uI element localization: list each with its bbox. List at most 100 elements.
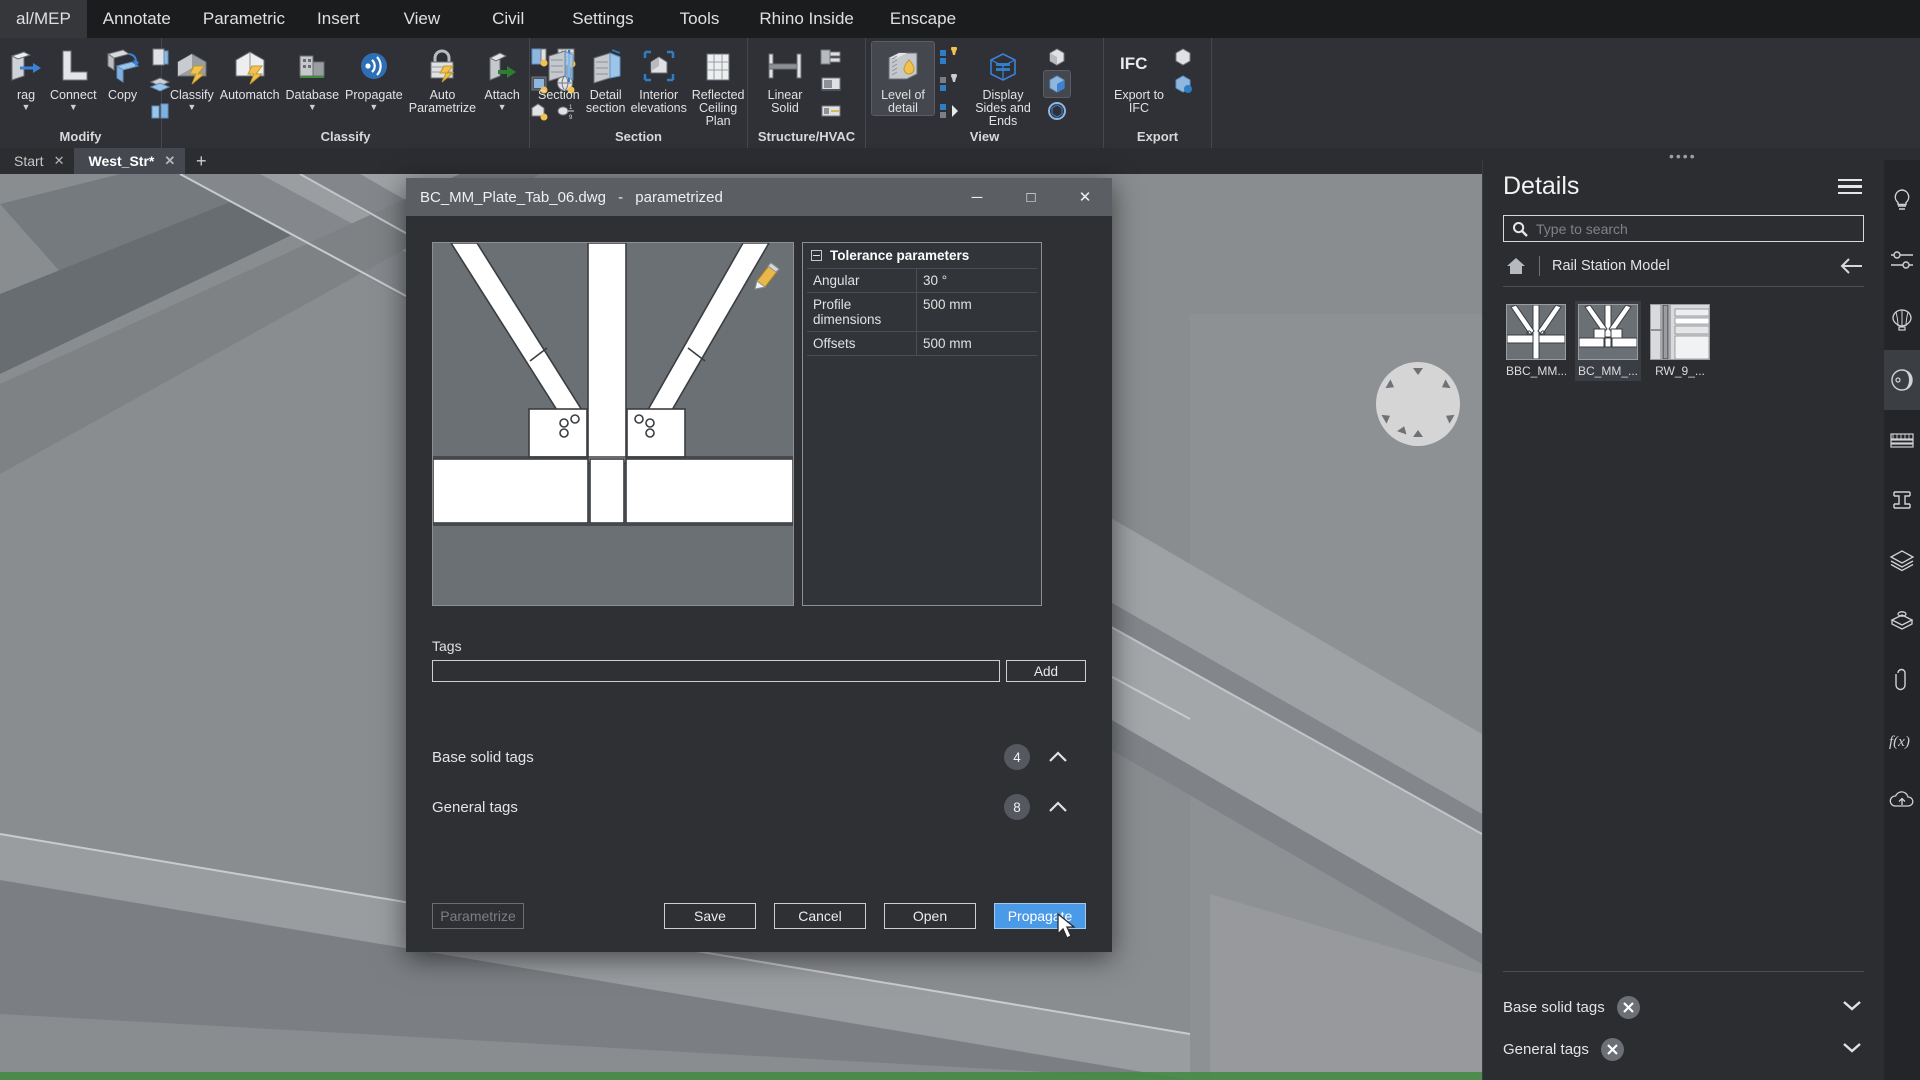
ribbon-button-database[interactable]: Database ▼: [284, 42, 342, 112]
ribbon-button-propagate[interactable]: Propagate ▼: [343, 42, 405, 112]
list-item[interactable]: RW_9_...: [1647, 301, 1713, 381]
chevron-up-icon[interactable]: [1030, 750, 1086, 764]
parameter-value[interactable]: 500 mm: [917, 332, 1037, 355]
lod-mid-icon[interactable]: [936, 71, 962, 97]
ribbon-group-title-view: View: [866, 128, 1103, 148]
chevron-down-icon[interactable]: ▼: [69, 103, 78, 112]
ribbon-button-classify[interactable]: Classify ▼: [168, 42, 216, 112]
open-button[interactable]: Open: [884, 903, 976, 929]
ribbon-button-drag[interactable]: rag ▼: [6, 42, 46, 112]
function-icon[interactable]: f(x): [1884, 710, 1920, 770]
table-row[interactable]: Angular 30 °: [807, 268, 1037, 292]
ribbon-button-level-of-detail[interactable]: Level of detail: [872, 42, 934, 115]
cloud-upload-icon[interactable]: [1884, 770, 1920, 830]
chevron-down-icon[interactable]: ▼: [308, 103, 317, 112]
sliders-icon[interactable]: [1884, 230, 1920, 290]
ribbon-button-reflected-ceiling-plan[interactable]: Reflected Ceiling Plan: [690, 42, 747, 128]
layers-strip-icon[interactable]: [1884, 410, 1920, 470]
cube-blue-icon[interactable]: [1044, 71, 1070, 97]
dialog-title-bar[interactable]: BC_MM_Plate_Tab_06.dwg - parametrized ─ …: [406, 178, 1112, 216]
list-item[interactable]: BBC_MM...: [1503, 301, 1569, 381]
menu-item-insert[interactable]: Insert: [301, 0, 376, 38]
status-badge: 4: [1004, 744, 1030, 770]
ribbon-button-interior-elevations[interactable]: Interior elevations: [630, 42, 688, 115]
add-tag-button[interactable]: Add: [1006, 660, 1086, 682]
breadcrumb-path[interactable]: Rail Station Model: [1552, 258, 1838, 274]
menu-item-mep[interactable]: al/MEP: [0, 0, 87, 38]
layers-stack-icon[interactable]: [1884, 530, 1920, 590]
parameters-group-header[interactable]: Tolerance parameters: [803, 243, 1041, 268]
tags-input[interactable]: [432, 660, 1000, 682]
menu-item-settings[interactable]: Settings: [548, 0, 657, 38]
balloon-icon[interactable]: [1884, 290, 1920, 350]
chevron-down-icon[interactable]: [1840, 998, 1864, 1017]
home-icon[interactable]: [1505, 256, 1527, 276]
search-input[interactable]: Type to search: [1536, 221, 1628, 237]
menu-item-annotate[interactable]: Annotate: [87, 0, 187, 38]
ifc-small-icon[interactable]: [1170, 44, 1196, 70]
paperclip-icon[interactable]: [1884, 650, 1920, 710]
ribbon-button-section[interactable]: Section: [536, 42, 582, 102]
parameter-value[interactable]: 30 °: [917, 269, 1037, 292]
chevron-down-icon[interactable]: ▼: [22, 103, 31, 112]
ribbon-button-connect[interactable]: Connect ▼: [48, 42, 99, 112]
block-icon[interactable]: [1884, 590, 1920, 650]
close-circle-icon[interactable]: [1617, 996, 1640, 1019]
menu-item-rhino-inside[interactable]: Rhino Inside: [741, 0, 872, 38]
edit-pencil-icon[interactable]: [751, 261, 781, 296]
menu-item-view[interactable]: View: [376, 0, 469, 38]
maximize-icon[interactable]: □: [1004, 178, 1058, 216]
document-tab-start[interactable]: Start ✕: [0, 148, 74, 174]
lod-high-icon[interactable]: [936, 44, 962, 70]
moon-phase-icon[interactable]: [1884, 350, 1920, 410]
ribbon-button-linear-solid[interactable]: Linear Solid: [754, 42, 816, 115]
ribbon-button-auto-parametrize[interactable]: Auto Parametrize: [407, 42, 478, 115]
ribbon-button-copy[interactable]: Copy: [101, 42, 145, 102]
parameter-value[interactable]: 500 mm: [917, 293, 1037, 331]
chevron-down-icon[interactable]: [1840, 1040, 1864, 1059]
i-beam-icon[interactable]: [1884, 470, 1920, 530]
parametrize-button[interactable]: Parametrize: [432, 903, 524, 929]
close-circle-icon[interactable]: [1601, 1038, 1624, 1061]
table-row[interactable]: Profile dimensions 500 mm: [807, 292, 1037, 331]
ribbon-button-display-sides-and-ends[interactable]: Display Sides and Ends: [964, 42, 1042, 128]
menu-item-parametric[interactable]: Parametric: [187, 0, 301, 38]
ribbon-button-attach[interactable]: Attach ▼: [480, 42, 524, 112]
ribbon-button-export-to-ifc[interactable]: IFC Export to IFC: [1110, 42, 1168, 115]
list-item[interactable]: BC_MM_...: [1575, 301, 1641, 381]
chevron-up-icon[interactable]: [1030, 800, 1086, 814]
cancel-button[interactable]: Cancel: [774, 903, 866, 929]
menu-item-civil[interactable]: Civil: [468, 0, 548, 38]
lightbulb-icon[interactable]: [1884, 170, 1920, 230]
ifc-settings-icon[interactable]: [1170, 71, 1196, 97]
save-button[interactable]: Save: [664, 903, 756, 929]
cube-outline-icon[interactable]: [1044, 98, 1070, 124]
chevron-down-icon[interactable]: ▼: [369, 103, 378, 112]
table-row[interactable]: Offsets 500 mm: [807, 331, 1037, 356]
collapse-toggle-icon[interactable]: [811, 250, 822, 261]
minimize-icon[interactable]: ─: [950, 178, 1004, 216]
menu-item-tools[interactable]: Tools: [658, 0, 742, 38]
dialog-footer: Parametrize Save Cancel Open Propagate: [406, 880, 1112, 952]
hamburger-icon[interactable]: [1838, 179, 1862, 195]
duct-mid-icon[interactable]: [818, 71, 844, 97]
duct-top-icon[interactable]: [818, 44, 844, 70]
close-icon[interactable]: ✕: [164, 153, 175, 169]
cube-plain-icon[interactable]: [1044, 44, 1070, 70]
chevron-down-icon[interactable]: ▼: [498, 103, 507, 112]
document-tab-west-str[interactable]: West_Str* ✕: [74, 148, 185, 174]
arrow-left-icon[interactable]: [1838, 257, 1864, 275]
close-icon[interactable]: ✕: [1058, 178, 1112, 216]
lod-low-icon[interactable]: [936, 98, 962, 124]
panel-drag-handle[interactable]: ••••: [1669, 148, 1697, 164]
close-icon[interactable]: ✕: [54, 153, 65, 169]
chevron-down-icon[interactable]: ▼: [187, 103, 196, 112]
view-cube-icon[interactable]: [1376, 362, 1460, 446]
menu-item-enscape[interactable]: Enscape: [872, 0, 974, 38]
ribbon-button-automatch[interactable]: Automatch: [218, 42, 282, 102]
detail-preview[interactable]: [432, 242, 794, 606]
new-tab-button[interactable]: +: [185, 148, 217, 174]
ribbon-button-detail-section[interactable]: Detail section: [584, 42, 628, 115]
duct-bottom-icon[interactable]: [818, 98, 844, 124]
search-box[interactable]: Type to search: [1503, 215, 1864, 242]
